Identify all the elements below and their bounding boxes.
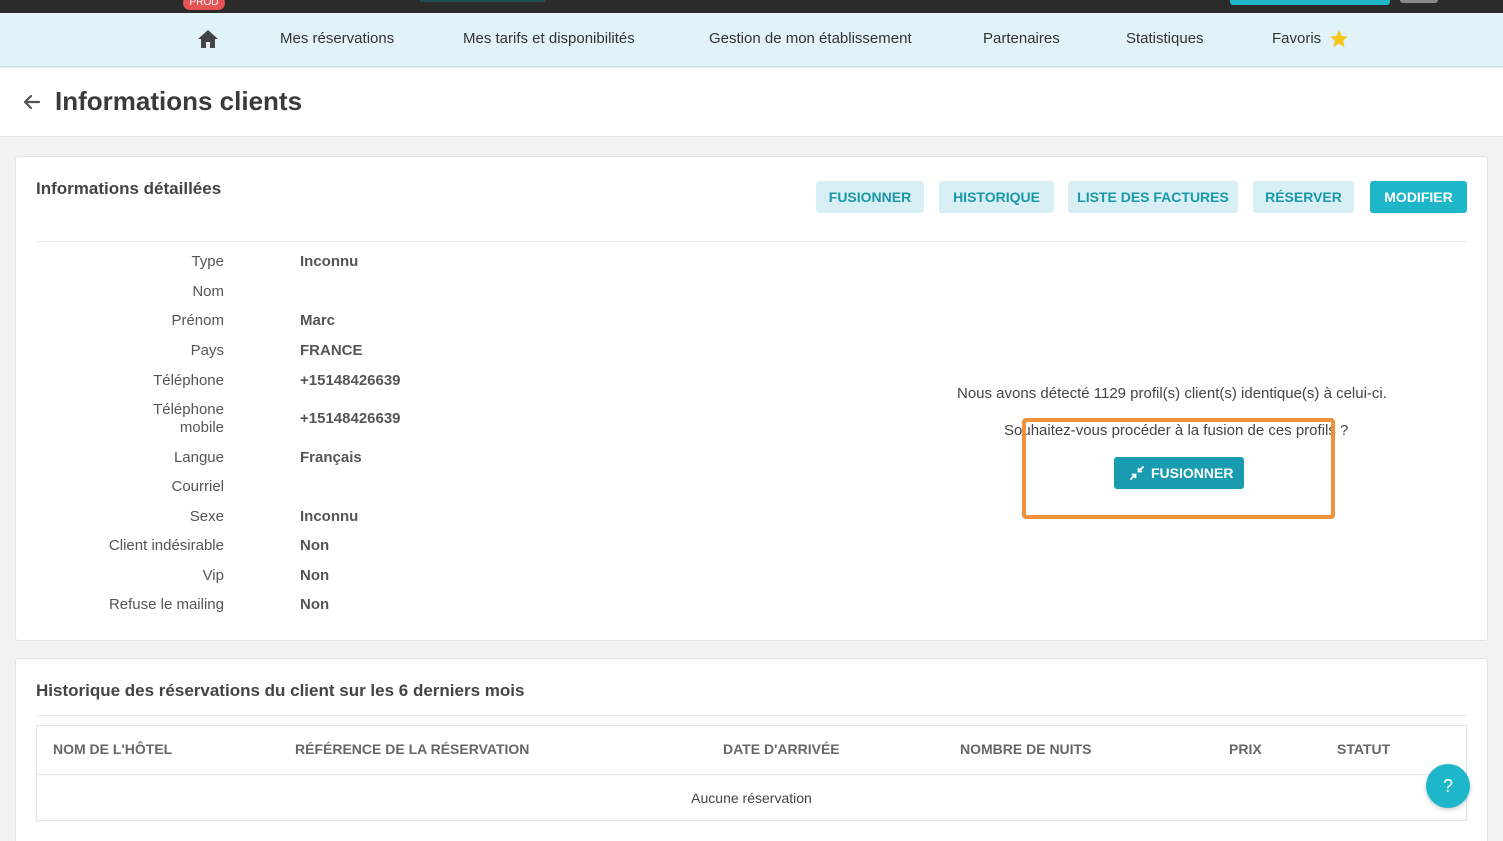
field-label-undesirable: Client indésirable [108,537,224,554]
field-value-undesirable: Non [300,537,330,554]
field-label-type: Type [191,253,224,270]
field-label-mailing: Refuse le mailing [108,596,224,613]
top-bar-secondary-button[interactable] [1400,0,1438,3]
field-label-phone: Téléphone [153,372,224,389]
page-header: Informations clients [0,68,1503,137]
details-title: Informations détaillées [36,179,222,198]
column-header-hotel[interactable]: NOM DE L'HÔTEL [53,726,172,774]
field-label-mobile: Téléphone mobile [153,401,224,436]
field-value-phone: +15148426639 [300,372,401,389]
field-value-country: FRANCE [300,342,363,359]
details-divider [36,241,1467,242]
edit-button[interactable]: MODIFIER [1370,181,1467,213]
field-value-first-name: Marc [300,312,336,329]
nav-item-reservations[interactable]: Mes réservations [280,13,394,67]
top-bar-action-button[interactable] [1230,0,1390,5]
history-title: Historique des réservations du client su… [36,681,525,700]
empty-table-message: Aucune réservation [691,790,812,806]
book-button[interactable]: RÉSERVER [1253,181,1354,213]
merge-profiles-button[interactable]: FUSIONNER [1114,457,1244,489]
column-header-status[interactable]: STATUT [1337,726,1390,774]
nav-item-establishment[interactable]: Gestion de mon établissement [709,13,912,67]
field-value-mailing: Non [300,596,330,613]
field-label-gender: Sexe [189,508,224,525]
column-header-arrival-date[interactable]: DATE D'ARRIVÉE [723,726,840,774]
page-title: Informations clients [55,86,303,116]
arrow-left-icon[interactable] [22,92,42,112]
nav-item-partners[interactable]: Partenaires [983,13,1060,67]
field-value-gender: Inconnu [300,508,359,525]
nav-item-favorites[interactable]: Favoris [1272,13,1321,67]
invoices-list-button[interactable]: LISTE DES FACTURES [1068,181,1238,213]
field-value-vip: Non [300,567,330,584]
home-icon[interactable] [197,29,219,49]
help-button[interactable]: ? [1426,764,1470,808]
nav-item-statistics[interactable]: Statistiques [1126,13,1204,67]
column-header-price[interactable]: PRIX [1229,726,1262,774]
merge-question: Souhaitez-vous procéder à la fusion de c… [1004,422,1349,439]
field-value-type: Inconnu [300,253,359,270]
main-navigation: Mes réservations Mes tarifs et disponibi… [0,13,1503,67]
history-divider [36,715,1467,716]
reservations-table: NOM DE L'HÔTEL RÉFÉRENCE DE LA RÉSERVATI… [36,725,1467,821]
column-header-nights[interactable]: NOMBRE DE NUITS [960,726,1091,774]
field-label-email: Courriel [171,478,224,495]
merge-profiles-button-label: FUSIONNER [1151,465,1234,481]
star-icon[interactable] [1329,29,1349,49]
field-label-vip: Vip [202,567,224,584]
field-label-language: Langue [173,449,224,466]
top-bar [0,0,1503,13]
field-label-last-name: Nom [192,283,224,300]
environment-badge: PROD [183,0,225,10]
nav-item-rates[interactable]: Mes tarifs et disponibilités [463,13,635,67]
details-card: Informations détaillées FUSIONNER HISTOR… [15,156,1488,641]
field-label-country: Pays [190,342,224,359]
duplicate-profiles-message: Nous avons détecté 1129 profil(s) client… [957,385,1387,402]
column-header-reference[interactable]: RÉFÉRENCE DE LA RÉSERVATION [295,726,529,774]
field-label-first-name: Prénom [171,312,224,329]
field-value-mobile: +15148426639 [300,410,401,427]
merge-button[interactable]: FUSIONNER [816,181,924,213]
history-card: Historique des réservations du client su… [15,658,1488,841]
history-button[interactable]: HISTORIQUE [939,181,1054,213]
field-value-language: Français [300,449,362,466]
compress-arrows-icon [1130,466,1144,480]
top-bar-decoration [420,0,545,2]
